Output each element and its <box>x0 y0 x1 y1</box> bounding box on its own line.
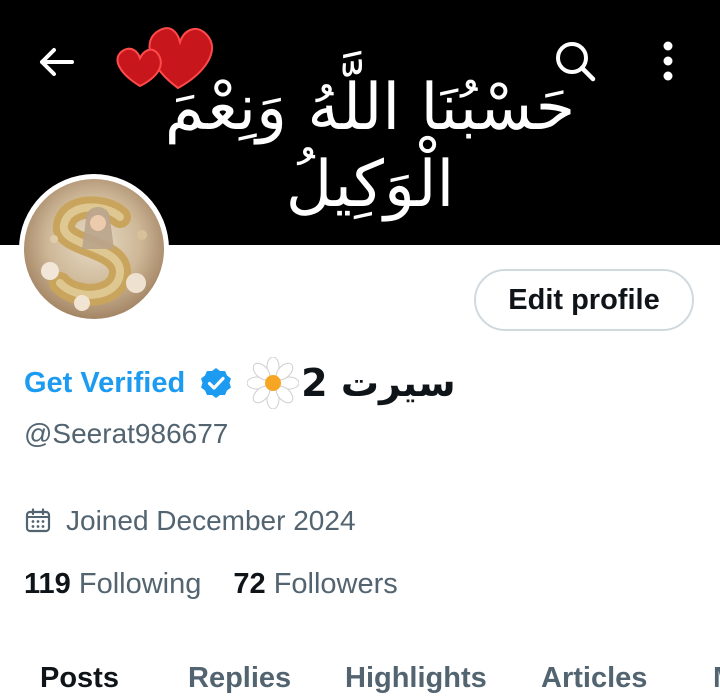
display-name: سیرت 2 <box>301 361 456 405</box>
following-link[interactable]: 119 Following <box>24 568 201 601</box>
joined-date-text: Joined December 2024 <box>66 505 356 536</box>
get-verified-link[interactable]: Get Verified <box>24 367 185 400</box>
followers-link[interactable]: 72 Followers <box>233 568 397 601</box>
username-handle: @Seerat986677 <box>24 418 229 449</box>
following-count: 119 <box>24 568 71 600</box>
tab-articles[interactable]: Articles <box>541 662 647 695</box>
avatar[interactable] <box>19 174 169 324</box>
followers-label: Followers <box>273 568 398 600</box>
tab-highlights[interactable]: Highlights <box>345 662 487 695</box>
daisy-emoji-icon <box>247 357 300 409</box>
tab-media[interactable]: M <box>713 662 720 695</box>
tab-replies[interactable]: Replies <box>188 662 291 695</box>
search-icon[interactable] <box>550 38 600 84</box>
verified-badge-icon[interactable] <box>199 366 233 400</box>
avatar-image <box>24 179 164 319</box>
banner-calligraphy: حَسْبُنَا اللَّهُ وَنِعْمَ الْوَكِيلُ <box>164 71 576 222</box>
calendar-icon <box>25 508 51 533</box>
followers-count: 72 <box>233 568 266 600</box>
back-arrow-icon[interactable] <box>32 40 80 84</box>
tab-posts[interactable]: Posts <box>40 662 119 695</box>
name-row: Get Verified سیرت 2 <box>24 355 456 411</box>
more-vertical-icon[interactable] <box>650 38 686 84</box>
follow-stats: 119 Following 72 Followers <box>24 568 430 601</box>
profile-tabs: Posts Replies Highlights Articles M <box>0 658 720 700</box>
joined-date-row: Joined December 2024 <box>24 505 356 537</box>
edit-profile-button[interactable]: Edit profile <box>474 269 694 331</box>
following-label: Following <box>78 568 202 600</box>
